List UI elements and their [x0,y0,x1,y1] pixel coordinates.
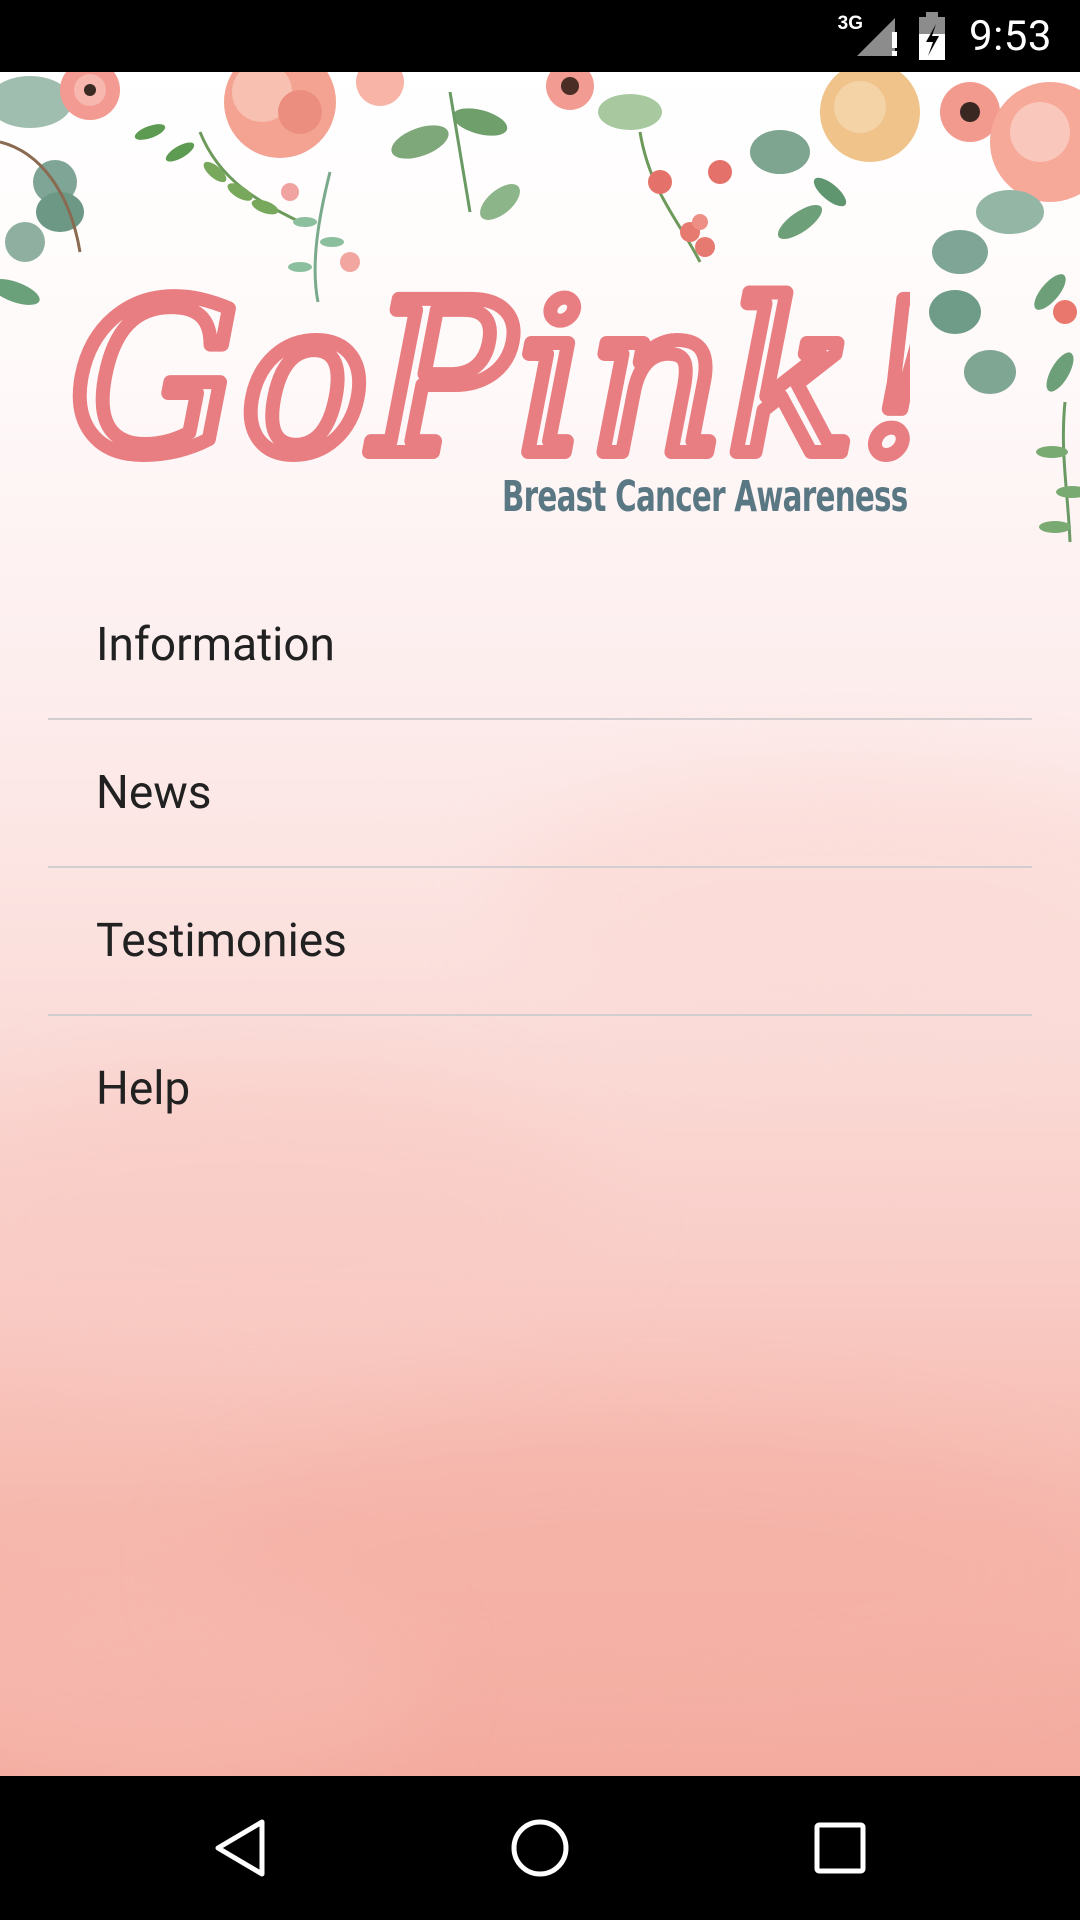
status-bar: 3G 9:53 [0,0,1080,72]
home-button[interactable] [450,1776,630,1920]
menu-item-label: Testimonies [96,914,347,968]
app-content: GoPink! Breast Cancer Awareness Informat… [0,72,1080,1776]
home-icon [511,1819,569,1877]
main-menu: Information News Testimonies Help [48,572,1032,1162]
menu-item-information[interactable]: Information [48,572,1032,720]
menu-item-label: Information [96,618,335,672]
navigation-bar [0,1776,1080,1920]
battery-charging-icon [917,12,947,60]
menu-item-label: News [96,766,212,820]
logo-subtitle: Breast Cancer Awareness [502,472,908,522]
phone-screen: 3G 9:53 GoPink! Breast Cancer Awareness … [0,0,1080,1920]
clock: 9:53 [969,11,1052,61]
recents-icon [814,1822,866,1874]
back-icon [215,1819,265,1877]
menu-item-help[interactable]: Help [48,1016,1032,1162]
menu-item-label: Help [96,1062,191,1116]
alert-icon [892,32,897,48]
menu-item-testimonies[interactable]: Testimonies [48,868,1032,1016]
logo-title-text: GoPink! [70,257,910,502]
status-icons: 3G 9:53 [838,0,1052,72]
recents-button[interactable] [750,1776,930,1920]
network-type-label: 3G [837,13,863,34]
back-button[interactable] [150,1776,330,1920]
menu-item-news[interactable]: News [48,720,1032,868]
app-logo: GoPink! [70,250,910,509]
